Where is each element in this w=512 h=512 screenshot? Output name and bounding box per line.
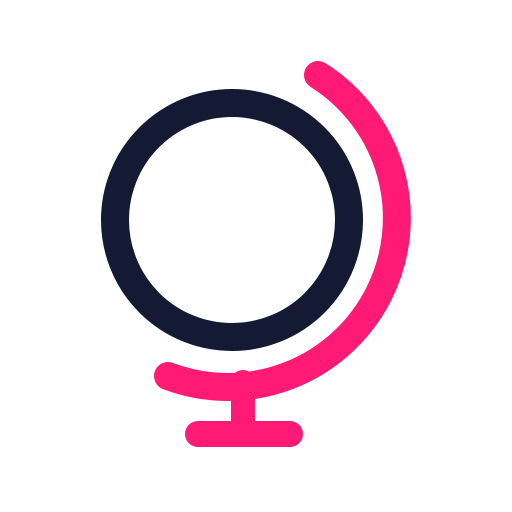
globe-icon: [101, 61, 411, 447]
globe-sphere: [101, 89, 363, 351]
globe-icon-canvas: [0, 0, 512, 512]
